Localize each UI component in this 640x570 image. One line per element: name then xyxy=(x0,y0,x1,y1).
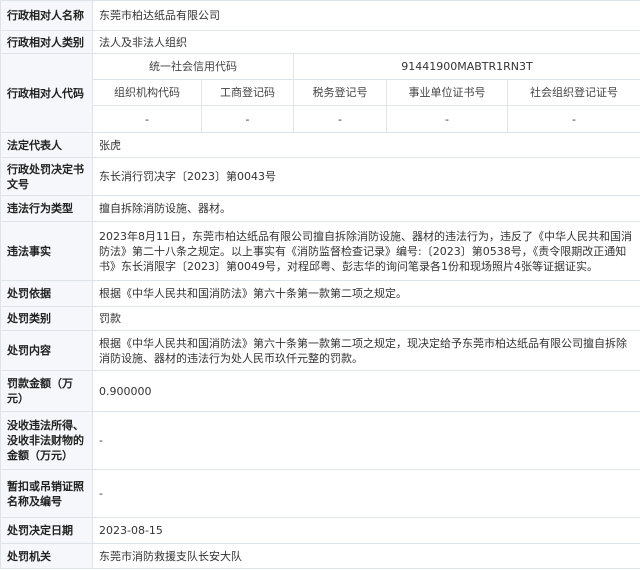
usc-value: 91441900MABTR1RN3T xyxy=(292,53,640,80)
party-name-label: 行政相对人名称 xyxy=(0,0,93,31)
decision-date-label: 处罚决定日期 xyxy=(0,517,93,544)
tax-reg-header: 税务登记号 xyxy=(293,79,387,106)
row-fine-amount: 罚款金额（万元） 0.900000 xyxy=(0,370,640,412)
institution-cert-header: 事业单位证书号 xyxy=(386,79,508,106)
org-code-value: - xyxy=(92,105,202,133)
penalty-type-label: 处罚类别 xyxy=(0,306,93,331)
violation-facts-label: 违法事实 xyxy=(0,221,93,281)
row-authority: 处罚机关 东莞市消防救援支队长安大队 xyxy=(0,543,640,569)
row-party-code-usc: 行政相对人代码 统一社会信用代码 91441900MABTR1RN3T xyxy=(0,53,640,133)
usc-label: 统一社会信用代码 xyxy=(92,53,294,80)
row-license: 暂扣或吊销证照名称及编号 - xyxy=(0,469,640,518)
fine-amount-label: 罚款金额（万元） xyxy=(0,370,93,412)
tax-reg-value: - xyxy=(293,105,387,133)
row-penalty-content: 处罚内容 根据《中华人民共和国消防法》第六十条第一款第二项之规定，现决定给予东莞… xyxy=(0,330,640,371)
legal-rep-value: 张虎 xyxy=(91,132,640,158)
business-reg-header: 工商登记码 xyxy=(201,79,294,106)
business-reg-value: - xyxy=(201,105,294,133)
authority-label: 处罚机关 xyxy=(0,543,93,569)
row-legal-rep: 法定代表人 张虎 xyxy=(0,132,640,158)
row-penalty-type: 处罚类别 罚款 xyxy=(0,306,640,331)
basis-value: 根据《中华人民共和国消防法》第六十条第一款第二项之规定。 xyxy=(91,280,640,307)
confiscation-value: - xyxy=(91,411,640,470)
fine-amount-value: 0.900000 xyxy=(91,370,640,412)
violation-type-label: 违法行为类型 xyxy=(0,195,93,222)
party-type-label: 行政相对人类别 xyxy=(0,30,93,54)
party-code-label: 行政相对人代码 xyxy=(0,53,93,133)
row-party-code-values: - - - - - xyxy=(1,105,640,133)
social-org-reg-header: 社会组织登记证号 xyxy=(506,79,640,106)
legal-rep-label: 法定代表人 xyxy=(0,132,93,158)
decision-no-label: 行政处罚决定书文号 xyxy=(0,157,93,196)
authority-value: 东莞市消防救援支队长安大队 xyxy=(91,543,640,569)
violation-type-value: 擅自拆除消防设施、器材。 xyxy=(91,195,640,222)
violation-facts-value: 2023年8月11日，东莞市柏达纸品有限公司擅自拆除消防设施、器材的违法行为，违… xyxy=(91,221,640,281)
penalty-content-value: 根据《中华人民共和国消防法》第六十条第一款第二项之规定，现决定给予东莞市柏达纸品… xyxy=(91,330,640,371)
row-decision-date: 处罚决定日期 2023-08-15 xyxy=(0,517,640,544)
social-org-reg-value: - xyxy=(506,105,640,133)
row-basis: 处罚依据 根据《中华人民共和国消防法》第六十条第一款第二项之规定。 xyxy=(0,280,640,307)
org-code-header: 组织机构代码 xyxy=(92,79,202,106)
penalty-type-value: 罚款 xyxy=(91,306,640,331)
party-type-value: 法人及非法人组织 xyxy=(91,30,640,54)
row-confiscation: 没收违法所得、没收非法财物的金额（万元） - xyxy=(0,411,640,470)
row-violation-type: 违法行为类型 擅自拆除消防设施、器材。 xyxy=(0,195,640,222)
row-decision-no: 行政处罚决定书文号 东长消行罚决字〔2023〕第0043号 xyxy=(0,157,640,196)
decision-date-value: 2023-08-15 xyxy=(91,517,640,544)
row-violation-facts: 违法事实 2023年8月11日，东莞市柏达纸品有限公司擅自拆除消防设施、器材的违… xyxy=(0,221,640,281)
row-party-code-headers: 组织机构代码 工商登记码 税务登记号 事业单位证书号 社会组织登记证号 xyxy=(1,79,640,106)
decision-no-value: 东长消行罚决字〔2023〕第0043号 xyxy=(91,157,640,196)
row-party-name: 行政相对人名称 东莞市柏达纸品有限公司 xyxy=(0,0,640,31)
row-party-type: 行政相对人类别 法人及非法人组织 xyxy=(0,30,640,54)
penalty-info-table: 行政相对人名称 东莞市柏达纸品有限公司 行政相对人类别 法人及非法人组织 行政相… xyxy=(0,0,640,569)
confiscation-label: 没收违法所得、没收非法财物的金额（万元） xyxy=(0,411,93,470)
license-value: - xyxy=(91,469,640,518)
penalty-content-label: 处罚内容 xyxy=(0,330,93,371)
license-label: 暂扣或吊销证照名称及编号 xyxy=(0,469,93,518)
basis-label: 处罚依据 xyxy=(0,280,93,307)
institution-cert-value: - xyxy=(386,105,508,133)
party-name-value: 东莞市柏达纸品有限公司 xyxy=(91,0,640,31)
